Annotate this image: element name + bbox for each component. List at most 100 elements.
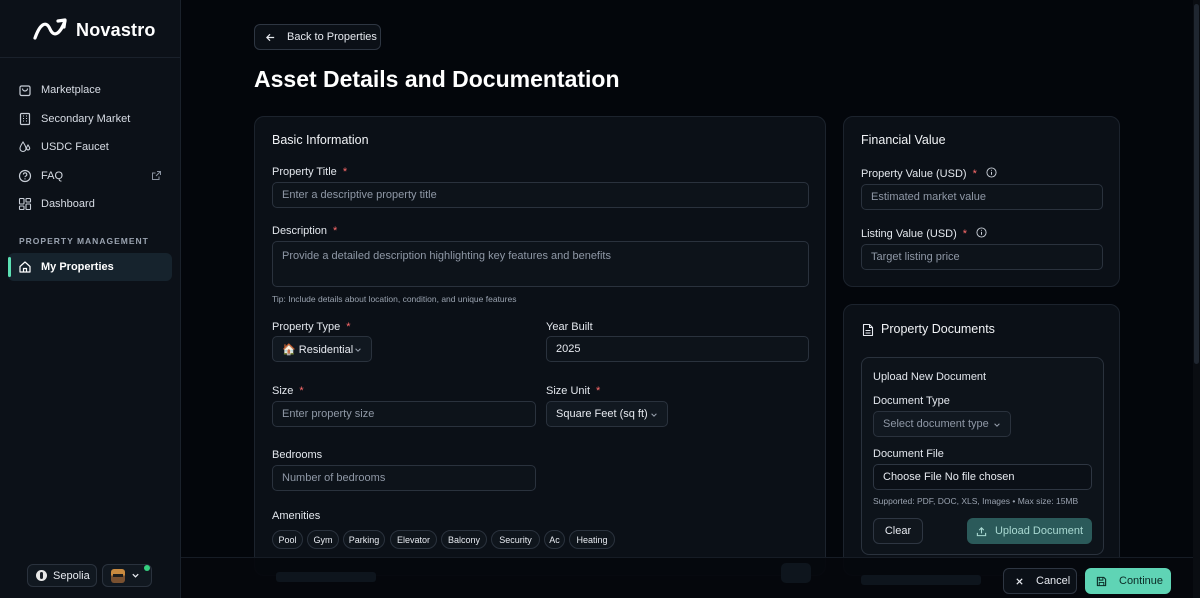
size-unit-select[interactable]: Square Feet (sq ft): [546, 401, 668, 427]
page-title: Asset Details and Documentation: [254, 66, 620, 92]
property-type-select[interactable]: 🏠 Residential: [272, 336, 372, 362]
amenity-gym[interactable]: Gym: [307, 530, 339, 549]
size-unit-value: Square Feet (sq ft): [556, 408, 648, 420]
upload-button-label: Upload Document: [994, 525, 1084, 537]
description-tip: Tip: Include details about location, con…: [272, 294, 517, 304]
cancel-button[interactable]: Cancel: [1003, 568, 1077, 594]
brand-logo[interactable]: Novastro: [32, 16, 156, 44]
property-value-input[interactable]: Estimated market value: [861, 184, 1103, 210]
year-built-label: Year Built: [546, 321, 593, 333]
chevron-down-icon: [355, 348, 361, 352]
help-circle-icon: [18, 169, 32, 182]
obscured-content: [276, 572, 376, 582]
sidebar-item-my-properties[interactable]: My Properties: [8, 253, 172, 281]
chevron-down-icon: [651, 413, 657, 417]
dashboard-grid-icon: [18, 198, 32, 211]
basic-information-card: Basic Information Property Title * Enter …: [254, 116, 826, 576]
sidebar-item-label: USDC Faucet: [41, 141, 109, 154]
property-value-label: Property Value (USD) *: [861, 167, 997, 180]
scrollbar-thumb[interactable]: [1194, 4, 1199, 364]
document-type-select[interactable]: Select document type: [873, 411, 1011, 437]
back-button-label: Back to Properties: [287, 31, 377, 43]
cancel-label: Cancel: [1036, 575, 1071, 587]
network-name: Sepolia: [53, 569, 90, 582]
sidebar: Novastro Marketplace Secondary Market US…: [0, 0, 181, 598]
upload-document-panel: Upload New Document Document Type Select…: [861, 357, 1104, 555]
upload-document-button[interactable]: Upload Document: [967, 518, 1092, 544]
info-icon[interactable]: [976, 227, 987, 238]
obscured-content: [861, 575, 981, 585]
continue-button[interactable]: Continue: [1085, 568, 1171, 594]
obscured-content: [781, 563, 811, 583]
back-to-properties-button[interactable]: Back to Properties: [254, 24, 381, 50]
amenity-heating[interactable]: Heating: [569, 530, 615, 549]
document-icon: [862, 323, 874, 337]
property-type-value: 🏠 Residential: [282, 343, 354, 356]
avatar: [111, 568, 125, 583]
shopping-bag-icon: [19, 85, 31, 97]
novastro-logo-icon: [33, 18, 67, 40]
sidebar-item-marketplace[interactable]: Marketplace: [8, 76, 172, 105]
home-icon: [19, 261, 31, 273]
chevron-down-icon: [994, 423, 1000, 427]
card-title: Property Documents: [881, 322, 995, 336]
sidebar-item-secondary-market[interactable]: Secondary Market: [8, 105, 172, 134]
droplets-icon: [19, 141, 31, 153]
size-unit-label: Size Unit *: [546, 385, 601, 397]
chevron-down-icon: [132, 573, 139, 578]
close-icon: [1016, 577, 1023, 585]
description-textarea[interactable]: Provide a detailed description highlight…: [272, 241, 809, 287]
main-content: Back to Properties Asset Details and Doc…: [181, 0, 1200, 598]
network-icon: [36, 570, 47, 581]
bedrooms-label: Bedrooms: [272, 449, 323, 461]
size-input[interactable]: Enter property size: [272, 401, 536, 427]
property-documents-card: Property Documents Upload New Document D…: [843, 304, 1120, 576]
upload-title: Upload New Document: [873, 371, 987, 383]
info-icon[interactable]: [986, 167, 997, 178]
sidebar-item-label: Secondary Market: [41, 112, 131, 125]
sidebar-item-label: Dashboard: [41, 198, 95, 211]
network-switcher[interactable]: Sepolia: [27, 564, 97, 587]
property-title-label: Property Title *: [272, 166, 348, 178]
financial-value-card: Financial Value Property Value (USD) * Es…: [843, 116, 1120, 287]
card-title: Financial Value: [861, 133, 946, 147]
amenity-security[interactable]: Security: [491, 530, 540, 549]
property-title-input[interactable]: Enter a descriptive property title: [272, 182, 809, 208]
size-label: Size *: [272, 385, 304, 397]
year-built-input[interactable]: 2025: [546, 336, 809, 362]
sidebar-divider: [0, 57, 181, 58]
sidebar-item-label: My Properties: [41, 261, 114, 273]
arrow-left-icon: [265, 33, 275, 41]
sidebar-item-usdc-faucet[interactable]: USDC Faucet: [8, 133, 172, 162]
card-title: Basic Information: [272, 133, 369, 147]
brand-name: Novastro: [76, 19, 156, 40]
sidebar-item-faq[interactable]: FAQ: [8, 162, 172, 191]
amenity-ac[interactable]: Ac: [544, 530, 565, 549]
supported-formats-note: Supported: PDF, DOC, XLS, Images • Max s…: [873, 496, 1079, 506]
document-type-placeholder: Select document type: [883, 418, 989, 430]
amenity-parking[interactable]: Parking: [343, 530, 385, 549]
amenity-balcony[interactable]: Balcony: [441, 530, 487, 549]
continue-label: Continue: [1119, 575, 1164, 587]
sidebar-item-dashboard[interactable]: Dashboard: [8, 190, 172, 219]
listing-value-input[interactable]: Target listing price: [861, 244, 1103, 270]
amenities-label: Amenities: [272, 510, 321, 522]
external-link-icon: [152, 170, 161, 180]
bedrooms-input[interactable]: Number of bedrooms: [272, 465, 536, 491]
clear-button[interactable]: Clear: [873, 518, 923, 544]
document-file-input[interactable]: Choose File No file chosen: [873, 464, 1092, 490]
building-icon: [19, 112, 31, 125]
amenity-elevator[interactable]: Elevator: [390, 530, 437, 549]
description-label: Description *: [272, 225, 338, 237]
document-type-label: Document Type: [873, 395, 950, 407]
account-menu-button[interactable]: [102, 564, 152, 587]
amenity-pool[interactable]: Pool: [272, 530, 303, 549]
document-file-label: Document File: [873, 448, 944, 460]
section-label-property-management: PROPERTY MANAGEMENT: [19, 236, 149, 246]
sidebar-nav: Marketplace Secondary Market USDC Faucet…: [8, 76, 172, 219]
save-icon: [1096, 576, 1107, 586]
online-status-dot: [144, 565, 150, 571]
listing-value-label: Listing Value (USD) *: [861, 227, 987, 240]
scrollbar[interactable]: [1193, 0, 1200, 598]
property-type-label: Property Type *: [272, 321, 351, 333]
